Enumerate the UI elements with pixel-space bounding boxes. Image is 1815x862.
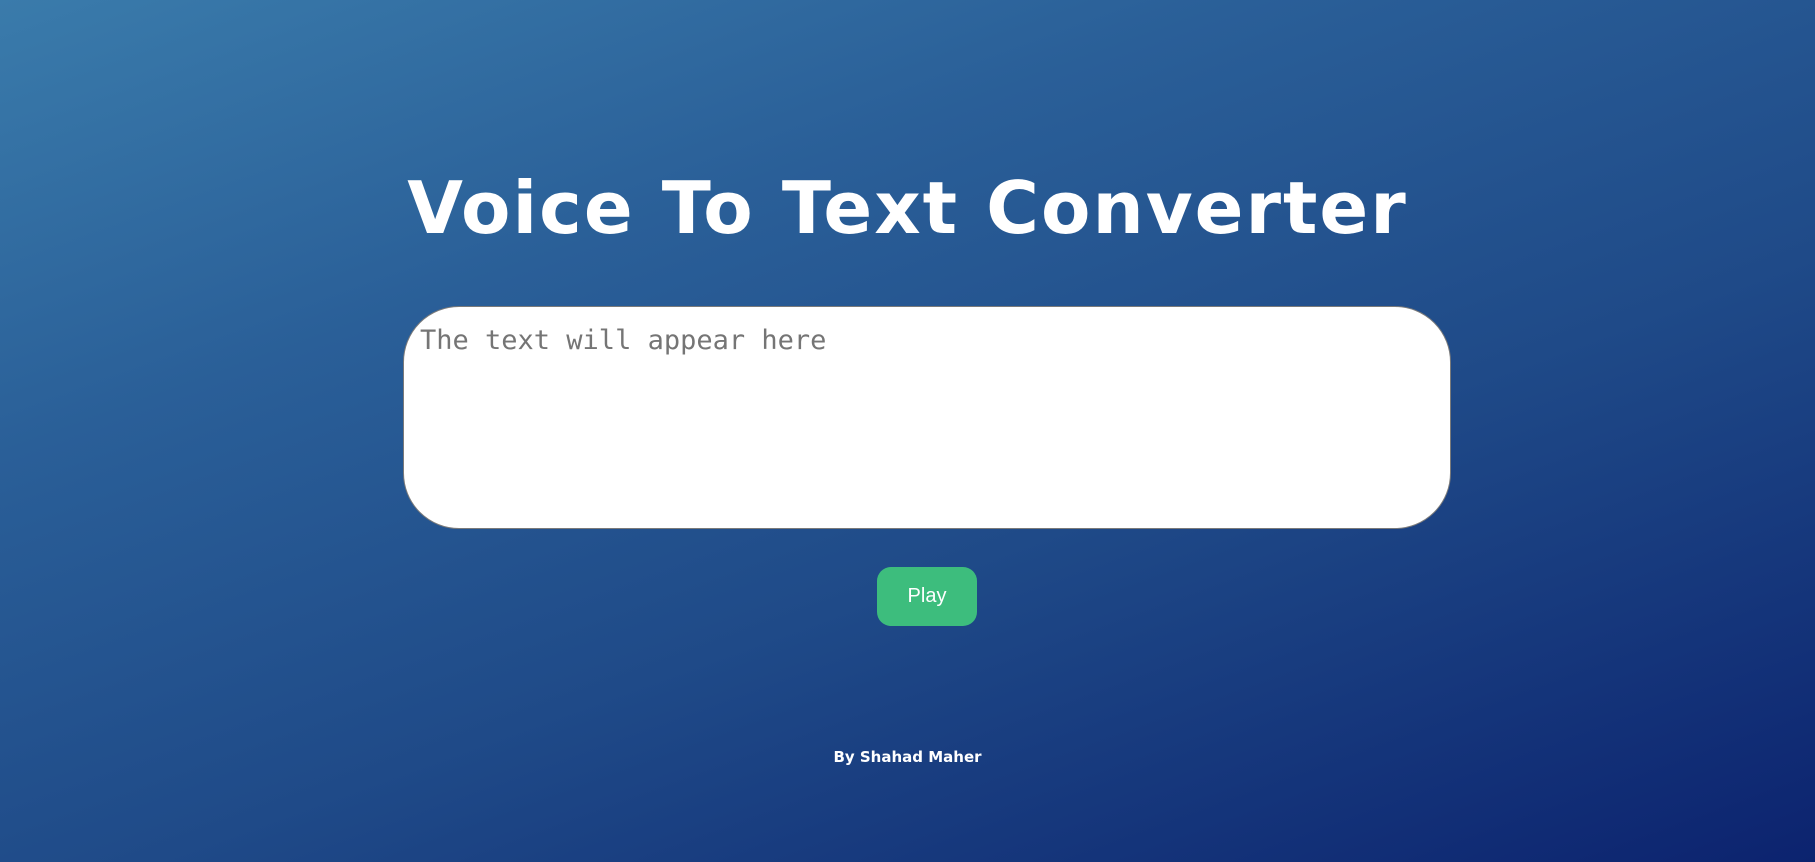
author-credit: By Shahad Maher xyxy=(833,748,982,766)
page-title: Voice To Text Converter xyxy=(407,166,1408,250)
transcript-textarea[interactable] xyxy=(403,306,1451,529)
play-button[interactable]: Play xyxy=(877,567,977,626)
